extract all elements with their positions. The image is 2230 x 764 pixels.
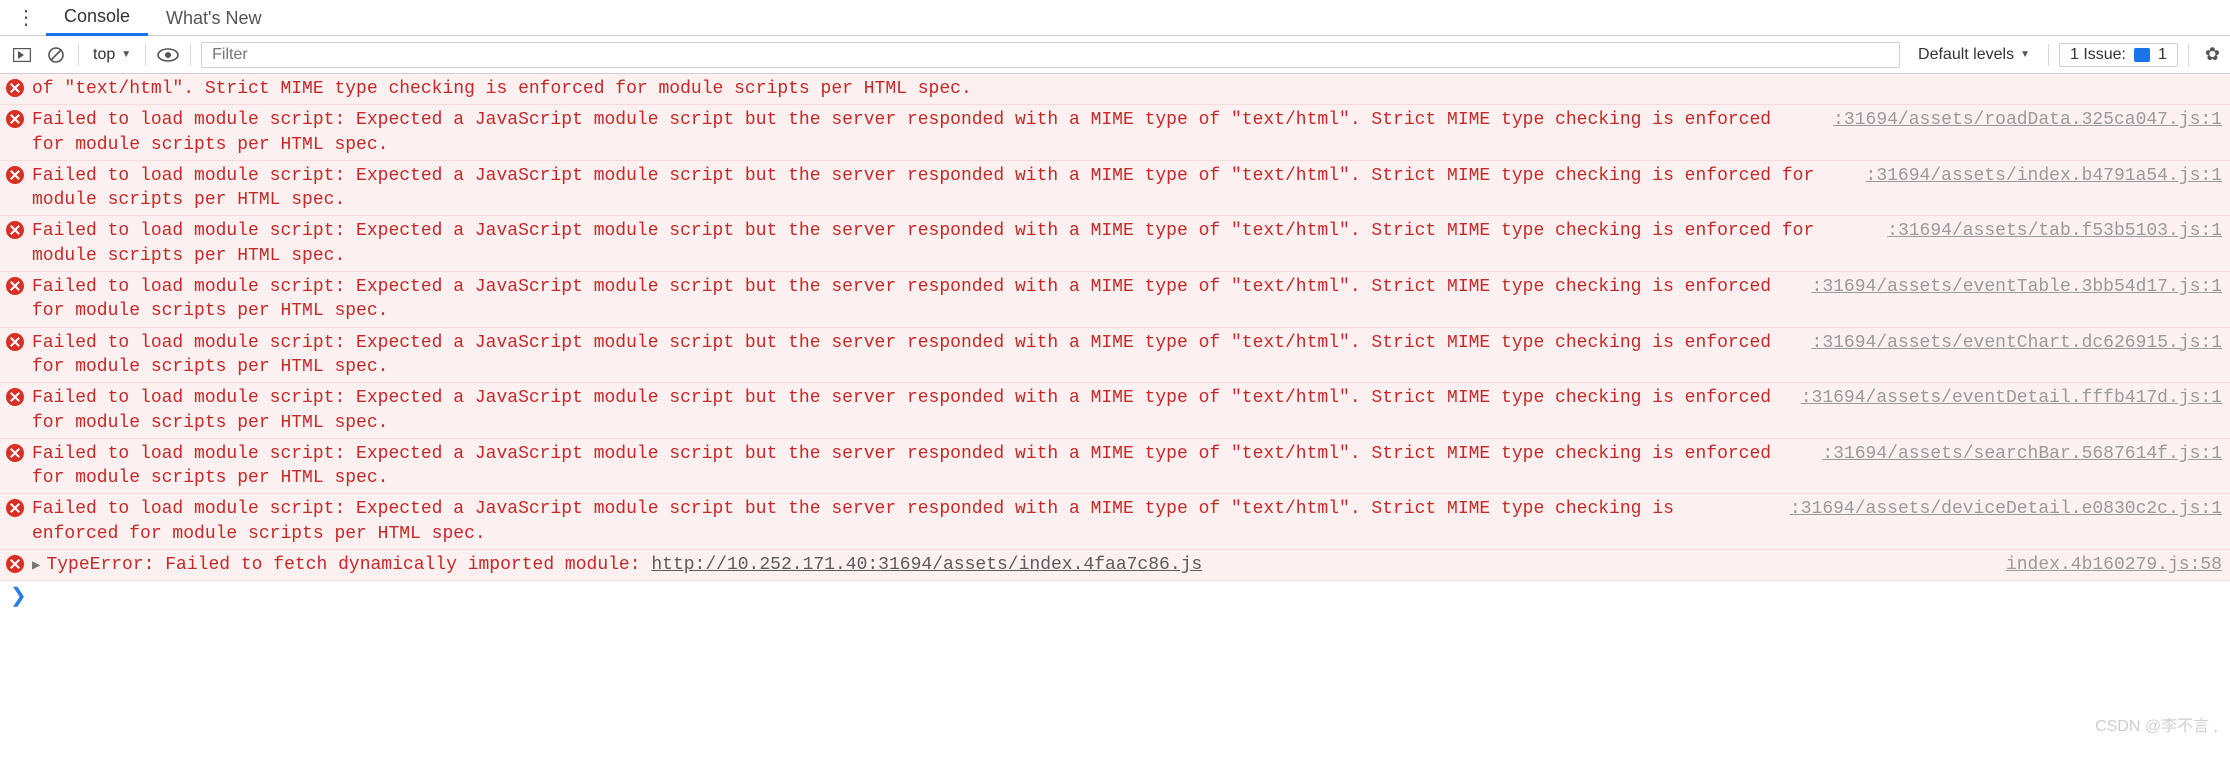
chevron-down-icon: ▼	[2020, 49, 2030, 60]
panel-tabbar: ⋮ Console What's New	[0, 0, 2230, 36]
log-message: Failed to load module script: Expected a…	[32, 275, 1802, 324]
live-expression-icon[interactable]	[156, 43, 180, 67]
error-icon	[6, 555, 24, 573]
error-icon	[6, 388, 24, 406]
error-icon	[6, 499, 24, 517]
error-icon	[6, 333, 24, 351]
log-row[interactable]: Failed to load module script: Expected a…	[0, 104, 2230, 160]
log-message: TypeError: Failed to fetch dynamically i…	[46, 553, 1996, 577]
issues-count: 1	[2158, 46, 2167, 64]
log-row[interactable]: of "text/html". Strict MIME type checkin…	[0, 74, 2230, 104]
console-log: of "text/html". Strict MIME type checkin…	[0, 74, 2230, 580]
log-row[interactable]: Failed to load module script: Expected a…	[0, 215, 2230, 271]
log-message: Failed to load module script: Expected a…	[32, 386, 1791, 435]
log-source-link[interactable]: :31694/assets/searchBar.5687614f.js:1	[1812, 442, 2222, 466]
log-source-link[interactable]: :31694/assets/eventChart.dc626915.js:1	[1802, 331, 2222, 355]
log-source-link[interactable]: :31694/assets/tab.f53b5103.js:1	[1877, 219, 2222, 243]
log-source-link[interactable]: :31694/assets/deviceDetail.e0830c2c.js:1	[1780, 497, 2222, 521]
console-prompt[interactable]: ❯	[0, 580, 2230, 610]
log-message: Failed to load module script: Expected a…	[32, 108, 1823, 157]
log-row[interactable]: Failed to load module script: Expected a…	[0, 438, 2230, 494]
gear-icon[interactable]: ✿	[2199, 44, 2220, 65]
typeerror-url-link[interactable]: http://10.252.171.40:31694/assets/index.…	[651, 555, 1202, 575]
log-message: Failed to load module script: Expected a…	[32, 331, 1802, 380]
separator	[145, 44, 146, 66]
execution-context-selector[interactable]: top ▼	[89, 46, 135, 64]
error-icon	[6, 110, 24, 128]
log-level-selector[interactable]: Default levels ▼	[1910, 46, 2038, 64]
log-message: Failed to load module script: Expected a…	[32, 164, 1856, 213]
error-icon	[6, 166, 24, 184]
log-row[interactable]: ▶ TypeError: Failed to fetch dynamically…	[0, 549, 2230, 580]
log-message: Failed to load module script: Expected a…	[32, 219, 1877, 268]
more-tabs-icon[interactable]: ⋮	[6, 5, 46, 30]
issues-button[interactable]: 1 Issue: 1	[2059, 43, 2178, 67]
log-message: Failed to load module script: Expected a…	[32, 497, 1780, 546]
log-source-link[interactable]: :31694/assets/eventTable.3bb54d17.js:1	[1802, 275, 2222, 299]
error-icon	[6, 277, 24, 295]
console-toolbar: top ▼ Default levels ▼ 1 Issue: 1 ✿	[0, 36, 2230, 74]
toggle-sidebar-icon[interactable]	[10, 43, 34, 67]
separator	[2048, 44, 2049, 66]
issue-icon	[2134, 48, 2150, 62]
typeerror-prefix: TypeError: Failed to fetch dynamically i…	[46, 555, 651, 575]
log-source-link[interactable]: :31694/assets/roadData.325ca047.js:1	[1823, 108, 2222, 132]
tab-whats-new[interactable]: What's New	[148, 1, 279, 35]
separator	[2188, 44, 2189, 66]
log-row[interactable]: Failed to load module script: Expected a…	[0, 160, 2230, 216]
log-row[interactable]: Failed to load module script: Expected a…	[0, 327, 2230, 383]
log-source-link[interactable]: index.4b160279.js:58	[1996, 553, 2222, 577]
separator	[78, 44, 79, 66]
log-row[interactable]: Failed to load module script: Expected a…	[0, 493, 2230, 549]
log-row[interactable]: Failed to load module script: Expected a…	[0, 382, 2230, 438]
tab-console[interactable]: Console	[46, 0, 148, 36]
log-message: Failed to load module script: Expected a…	[32, 442, 1812, 491]
clear-console-icon[interactable]	[44, 43, 68, 67]
log-message: of "text/html". Strict MIME type checkin…	[32, 77, 2222, 101]
log-source-link[interactable]: :31694/assets/eventDetail.fffb417d.js:1	[1791, 386, 2222, 410]
separator	[190, 44, 191, 66]
expand-caret-icon[interactable]: ▶	[32, 557, 46, 576]
context-label: top	[93, 46, 115, 64]
error-icon	[6, 444, 24, 462]
filter-input[interactable]	[201, 42, 1900, 68]
levels-label: Default levels	[1918, 46, 2014, 64]
chevron-down-icon: ▼	[121, 49, 131, 60]
prompt-caret-icon: ❯	[10, 583, 27, 608]
issues-label: 1 Issue:	[2070, 46, 2126, 64]
error-icon	[6, 79, 24, 97]
error-icon	[6, 221, 24, 239]
watermark: CSDN @李不言 ,	[2095, 712, 2218, 736]
log-row[interactable]: Failed to load module script: Expected a…	[0, 271, 2230, 327]
log-source-link[interactable]: :31694/assets/index.b4791a54.js:1	[1856, 164, 2222, 188]
